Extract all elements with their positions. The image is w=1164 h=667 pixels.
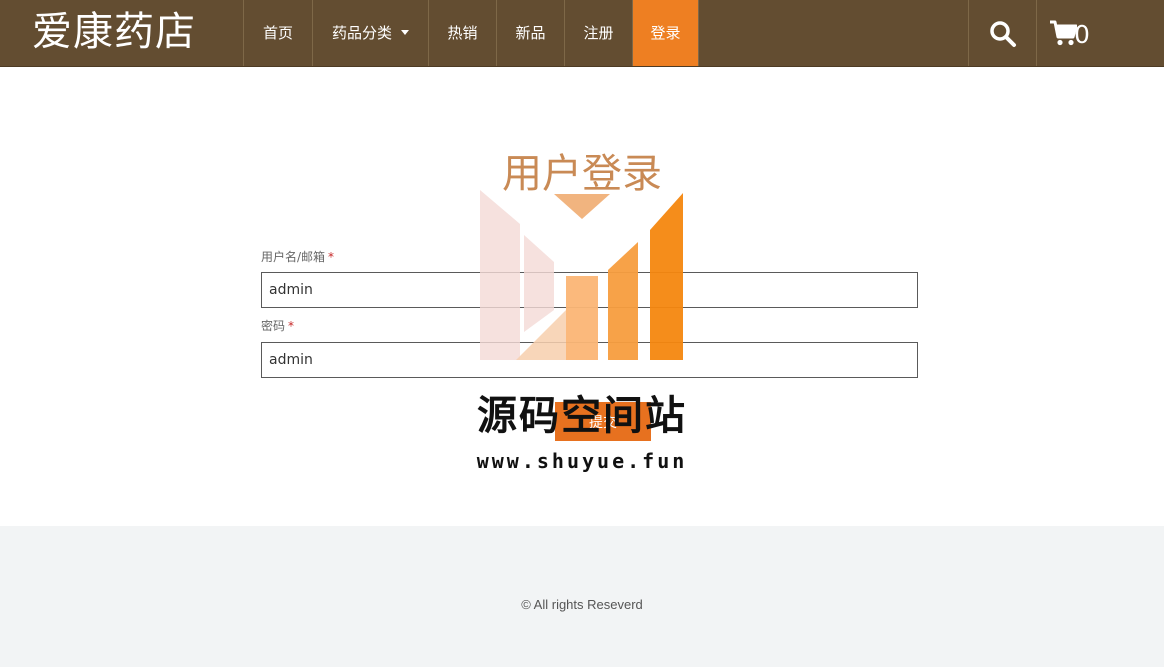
nav-hot[interactable]: 热销 bbox=[428, 0, 496, 66]
caret-down-icon bbox=[401, 30, 409, 35]
nav-categories-dropdown[interactable]: 药品分类 bbox=[312, 0, 428, 66]
footer: © All rights Reseverd bbox=[0, 526, 1164, 667]
nav-hot-label: 热销 bbox=[447, 24, 478, 42]
nav-home-label: 首页 bbox=[262, 24, 293, 42]
search-button[interactable] bbox=[969, 0, 1036, 66]
watermark-url: www.shuyue.fun bbox=[476, 449, 688, 473]
nav-home[interactable]: 首页 bbox=[243, 0, 312, 66]
watermark-logo bbox=[480, 190, 683, 360]
top-navbar: 爱康药店 首页 药品分类 热销 新品 注册 登录 0 bbox=[0, 0, 1164, 67]
brand-logo[interactable]: 爱康药店 bbox=[32, 8, 196, 56]
nav-new-label: 新品 bbox=[515, 24, 546, 42]
nav-register-label: 注册 bbox=[583, 24, 614, 42]
cart-button[interactable] bbox=[1037, 0, 1164, 66]
username-label: 用户名/邮箱 * bbox=[261, 249, 334, 265]
required-mark: * bbox=[328, 250, 335, 264]
nav-categories-label: 药品分类 bbox=[331, 24, 392, 42]
password-label: 密码 * bbox=[261, 318, 294, 334]
required-mark: * bbox=[288, 319, 295, 333]
cart-count: 0 bbox=[1074, 20, 1090, 49]
cart-icon bbox=[1050, 20, 1077, 46]
nav-login[interactable]: 登录 bbox=[632, 0, 699, 66]
password-label-text: 密码 bbox=[261, 319, 286, 333]
search-icon bbox=[990, 21, 1016, 47]
nav-register[interactable]: 注册 bbox=[564, 0, 632, 66]
nav-login-label: 登录 bbox=[650, 24, 681, 42]
copyright-text: © All rights Reseverd bbox=[521, 597, 643, 612]
username-label-text: 用户名/邮箱 bbox=[261, 250, 326, 264]
nav-new[interactable]: 新品 bbox=[496, 0, 564, 66]
watermark-text: 源码空间站 bbox=[477, 393, 687, 439]
